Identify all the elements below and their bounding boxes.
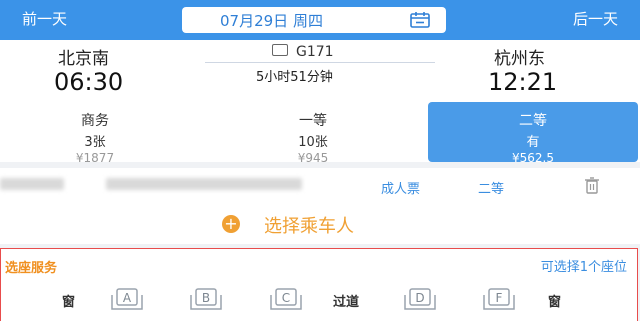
seat-class-price: ¥1877: [75, 151, 115, 165]
window-label-right: 窗: [548, 295, 562, 310]
seat-d-button[interactable]: D: [401, 287, 439, 313]
date-label: 07月29日 周四: [220, 12, 323, 30]
passenger-id-redacted: [106, 178, 302, 190]
seat-class-name: 二等: [519, 113, 547, 129]
seat-class-second[interactable]: 二等 有 ¥562.5: [428, 102, 638, 165]
window-label-left: 窗: [62, 295, 76, 310]
seat-class-count: 3张: [84, 135, 106, 150]
train-icon: [272, 44, 288, 56]
seat-class-price: ¥562.5: [512, 151, 554, 165]
seat-class-row: 商务 3张 ¥1877 一等 10张 ¥945 二等 有 ¥562.5: [0, 102, 640, 165]
ticket-type[interactable]: 成人票: [381, 178, 420, 197]
seat-f-label: F: [496, 291, 503, 305]
seat-service-title: 选座服务: [5, 261, 58, 276]
seat-class-first[interactable]: 一等 10张 ¥945: [248, 102, 378, 165]
seat-map-row: 窗 A B C 过道 D F 窗: [1, 287, 637, 317]
add-passenger-button[interactable]: + 选择乘车人: [0, 204, 640, 244]
route-divider: [205, 62, 435, 63]
next-day-button[interactable]: 后一天: [573, 8, 618, 29]
seat-a-label: A: [123, 291, 132, 305]
train-number[interactable]: G171: [272, 44, 334, 60]
passenger-row[interactable]: 成人票 二等: [0, 168, 640, 204]
top-bar: 前一天 07月29日 周四 后一天: [0, 0, 640, 40]
calendar-icon[interactable]: [410, 12, 430, 28]
seat-class-name: 一等: [299, 113, 327, 129]
seat-class-name: 商务: [81, 113, 109, 129]
depart-time: 06:30: [54, 68, 124, 96]
plus-circle-icon: +: [222, 215, 240, 233]
arrive-time: 12:21: [488, 68, 558, 96]
train-info: 北京南 06:30 G171 5小时51分钟 杭州东 12:21: [0, 40, 640, 102]
seat-class-count: 有: [526, 135, 540, 150]
seat-service-hint: 可选择1个座位: [540, 260, 627, 275]
seat-b-label: B: [202, 291, 210, 305]
seat-service-panel: 选座服务 可选择1个座位 窗 A B C 过道 D F 窗: [0, 248, 638, 321]
seat-c-label: C: [282, 291, 290, 305]
to-station: 杭州东: [494, 49, 545, 69]
seat-class-price: ¥945: [297, 151, 329, 165]
trash-icon[interactable]: [584, 176, 600, 194]
seat-c-button[interactable]: C: [267, 287, 305, 313]
train-number-label: G171: [296, 44, 334, 60]
duration: 5小时51分钟: [256, 70, 333, 85]
from-station: 北京南: [58, 49, 109, 69]
seat-d-label: D: [415, 291, 424, 305]
seat-class-business[interactable]: 商务 3张 ¥1877: [30, 102, 160, 165]
seat-f-button[interactable]: F: [480, 287, 518, 313]
aisle-label: 过道: [333, 295, 360, 310]
prev-day-button[interactable]: 前一天: [22, 8, 67, 29]
passenger-name-redacted: [0, 178, 64, 190]
seat-a-button[interactable]: A: [108, 287, 146, 313]
passenger-seat-class[interactable]: 二等: [478, 178, 504, 197]
seat-class-count: 10张: [298, 135, 328, 150]
date-selector[interactable]: 07月29日 周四: [182, 7, 446, 33]
add-passenger-label: 选择乘车人: [264, 216, 354, 237]
seat-b-button[interactable]: B: [187, 287, 225, 313]
